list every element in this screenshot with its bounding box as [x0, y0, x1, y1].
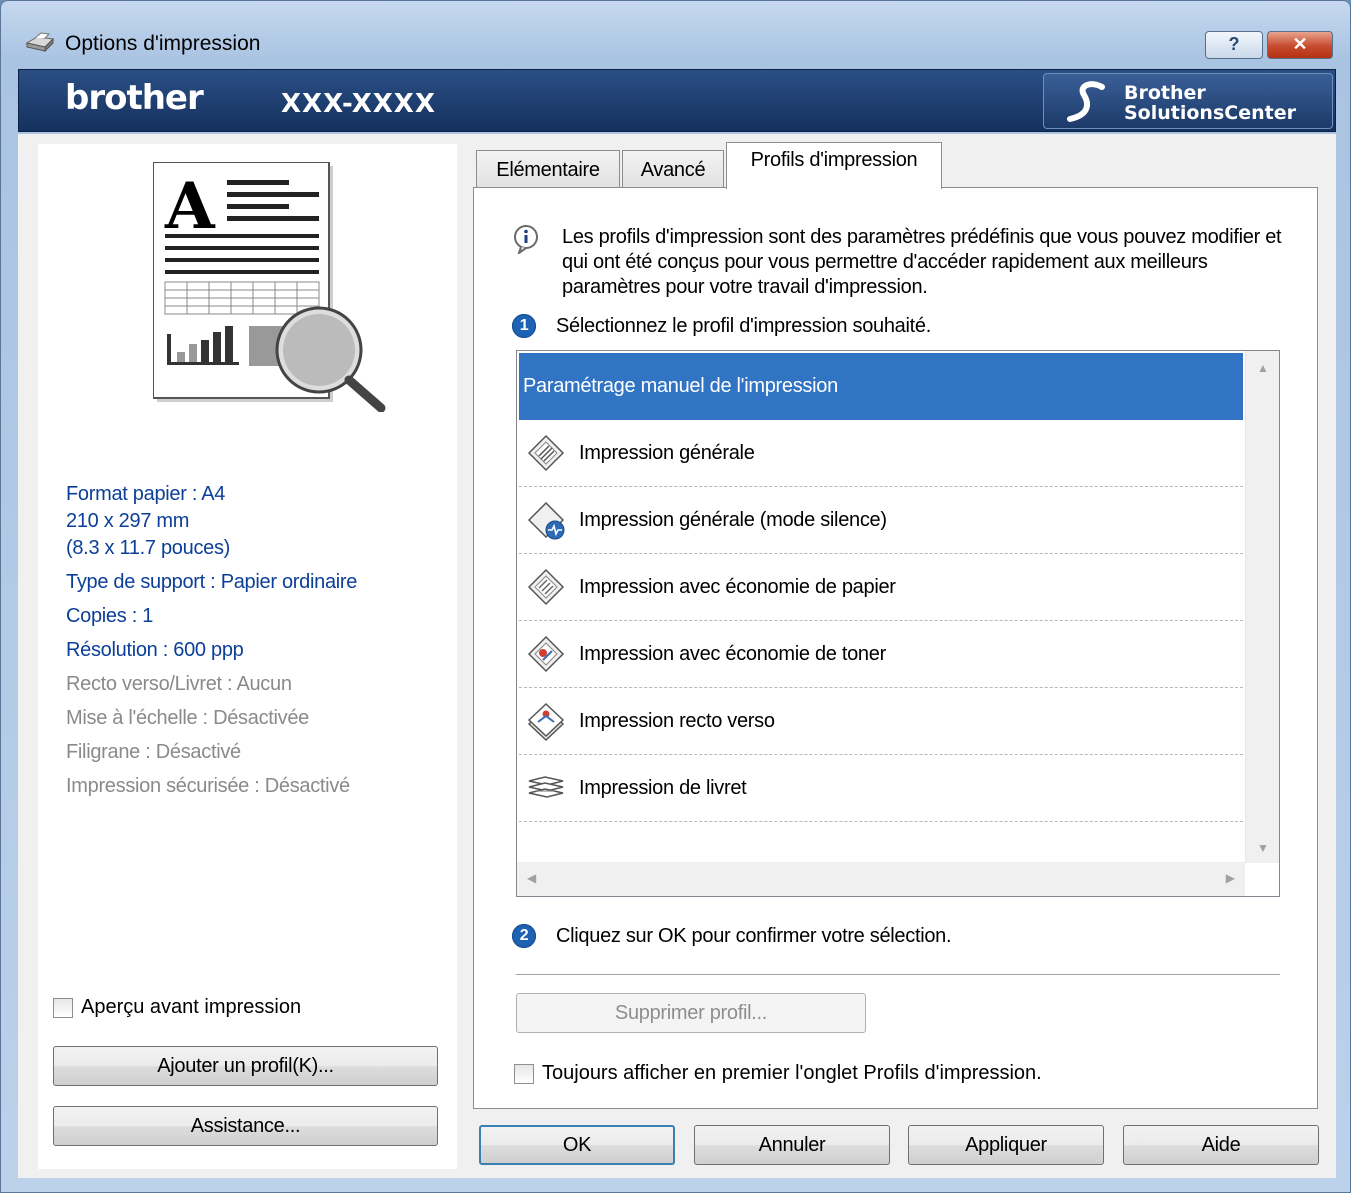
paper-size-text: Format papier : A4 — [66, 483, 226, 505]
profile-label: Paramétrage manuel de l'impression — [523, 375, 838, 397]
media-type-text: Type de support : Papier ordinaire — [66, 571, 358, 593]
close-button[interactable]: ✕ — [1267, 31, 1333, 59]
secure-print-text: Impression sécurisée : Désactivé — [66, 775, 350, 797]
profile-label: Impression générale (mode silence) — [579, 508, 887, 531]
support-button[interactable]: Assistance... — [53, 1106, 438, 1146]
brother-logo: brother — [65, 78, 204, 118]
window-title: Options d'impression — [65, 32, 261, 55]
scroll-up-icon[interactable]: ▲ — [1257, 361, 1269, 375]
step-2: 2 Cliquez sur OK pour confirmer votre sé… — [512, 924, 952, 948]
page-preview-icon: A — [153, 162, 386, 412]
watermark-text: Filigrane : Désactivé — [66, 741, 241, 763]
paper-save-icon — [527, 568, 565, 606]
scroll-left-icon[interactable]: ◀ — [527, 871, 536, 885]
cancel-button[interactable]: Annuler — [694, 1125, 890, 1165]
always-show-checkbox[interactable] — [514, 1063, 534, 1084]
list-item[interactable]: Impression générale (mode silence) — [519, 487, 1243, 554]
solutions-center-icon — [1067, 81, 1105, 122]
tab-advanced[interactable]: Avancé — [622, 150, 724, 188]
quiet-mode-icon — [527, 501, 565, 540]
list-item[interactable]: Impression générale — [519, 420, 1243, 487]
tab-basic[interactable]: Elémentaire — [476, 150, 620, 188]
print-profiles-panel: Les profils d'impression sont des paramè… — [473, 187, 1318, 1109]
svg-text:A: A — [164, 169, 216, 244]
step-1-badge: 1 — [512, 314, 536, 338]
general-print-icon — [527, 434, 565, 472]
list-item[interactable]: Impression de livret — [519, 755, 1243, 822]
apply-button[interactable]: Appliquer — [908, 1125, 1104, 1165]
duplex-icon — [527, 702, 565, 742]
settings-summary: Format papier : A4 210 x 297 mm (8.3 x 1… — [66, 481, 357, 800]
info-icon — [514, 225, 538, 254]
print-preview-label: Aperçu avant impression — [81, 996, 302, 1018]
printer-icon — [25, 32, 55, 53]
horizontal-scrollbar[interactable]: ◀ ▶ — [517, 862, 1245, 896]
toner-save-icon — [527, 635, 565, 673]
profile-label: Impression de livret — [579, 776, 747, 799]
paper-mm-text: 210 x 297 mm — [66, 510, 190, 532]
separator — [516, 974, 1280, 975]
scroll-down-icon[interactable]: ▼ — [1257, 841, 1269, 855]
paper-inch-text: (8.3 x 11.7 pouces) — [66, 537, 231, 559]
print-preview-row[interactable]: Aperçu avant impression — [53, 996, 301, 1019]
solutions-center-label: Brother SolutionsCenter — [1124, 82, 1296, 124]
vertical-scrollbar[interactable]: ▲ ▼ — [1245, 351, 1279, 863]
resolution-text: Résolution : 600 ppp — [66, 639, 244, 661]
duplex-text: Recto verso/Livret : Aucun — [66, 673, 292, 695]
profiles-description: Les profils d'impression sont des paramè… — [562, 226, 1282, 298]
brother-banner: brother XXX-XXXX Brother SolutionsCenter — [18, 69, 1336, 132]
list-item[interactable]: Paramétrage manuel de l'impression — [519, 353, 1243, 420]
profile-label: Impression recto verso — [579, 709, 775, 732]
help-title-button[interactable]: ? — [1205, 31, 1263, 59]
always-show-label: Toujours afficher en premier l'onglet Pr… — [542, 1062, 1042, 1084]
list-item[interactable]: Impression recto verso — [519, 688, 1243, 755]
list-item[interactable]: Impression avec économie de papier — [519, 554, 1243, 621]
profile-label: Impression avec économie de papier — [579, 575, 896, 598]
tab-print-profiles[interactable]: Profils d'impression — [726, 142, 942, 189]
delete-profile-button[interactable]: Supprimer profil... — [516, 993, 866, 1033]
booklet-icon — [528, 776, 564, 798]
profile-list[interactable]: Paramétrage manuel de l'impression Impre… — [516, 350, 1280, 897]
print-preview-checkbox[interactable] — [53, 997, 73, 1018]
dialog-client: A Format papier: A4 210 x 297 mm (8.3 x… — [18, 134, 1336, 1178]
solutions-center-button[interactable]: Brother SolutionsCenter — [1043, 73, 1333, 129]
copies-text: Copies : 1 — [66, 605, 154, 627]
step-2-text: Cliquez sur OK pour confirmer votre séle… — [556, 924, 952, 947]
always-show-row[interactable]: Toujours afficher en premier l'onglet Pr… — [514, 1062, 1042, 1085]
summary-panel: A Format papier: A4 210 x 297 mm (8.3 x… — [38, 144, 457, 1169]
scaling-text: Mise à l'échelle : Désactivée — [66, 707, 310, 729]
scroll-right-icon[interactable]: ▶ — [1226, 871, 1235, 885]
print-options-window: Options d'impression ? ✕ brother XXX-XXX… — [0, 0, 1351, 1193]
profile-label: Impression générale — [579, 441, 755, 464]
list-item[interactable]: Impression avec économie de toner — [519, 621, 1243, 688]
step-1: 1 Sélectionnez le profil d'impression so… — [512, 314, 931, 338]
profile-label: Impression avec économie de toner — [579, 642, 886, 665]
model-name: XXX-XXXX — [281, 89, 436, 119]
step-2-badge: 2 — [512, 924, 536, 948]
ok-button[interactable]: OK — [479, 1125, 675, 1165]
title-bar[interactable]: Options d'impression ? ✕ — [1, 1, 1350, 63]
step-1-text: Sélectionnez le profil d'impression souh… — [556, 314, 931, 337]
add-profile-button[interactable]: Ajouter un profil(K)... — [53, 1046, 438, 1086]
help-button[interactable]: Aide — [1123, 1125, 1319, 1165]
